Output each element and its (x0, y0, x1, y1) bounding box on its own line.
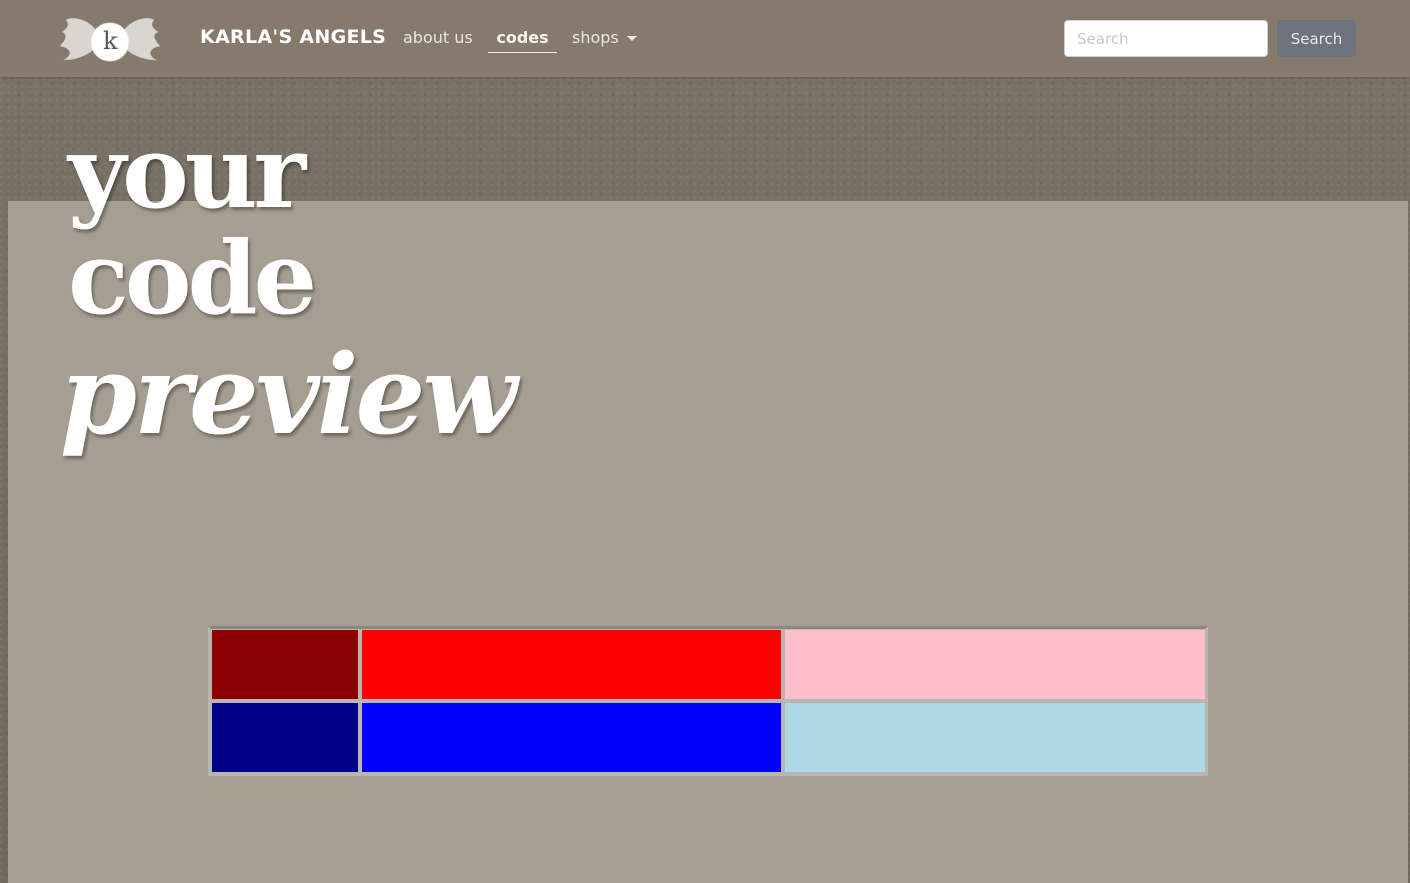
search-input[interactable] (1064, 20, 1268, 57)
logo-letter: k (103, 27, 118, 55)
nav-dropdown-shops[interactable]: shops (572, 28, 619, 47)
hero-title-line-code: code (68, 219, 317, 337)
angel-wings-logo[interactable]: k (59, 14, 161, 62)
swatch-blue[interactable] (362, 703, 781, 772)
swatch-light-blue[interactable] (785, 703, 1205, 772)
swatch-dark-blue[interactable] (212, 703, 358, 772)
navbar: k KARLA'S ANGELS about us codes shops Se… (0, 0, 1410, 77)
swatch-pink[interactable] (785, 630, 1205, 699)
search-button[interactable]: Search (1277, 20, 1356, 57)
hero-title-line-preview: preview (60, 330, 517, 459)
color-palette-grid (208, 626, 1208, 776)
swatch-red[interactable] (362, 630, 781, 699)
nav-link-about-us[interactable]: about us (403, 28, 473, 47)
hero-title-line-your: your (68, 113, 306, 231)
brand-name[interactable]: KARLA'S ANGELS (200, 26, 386, 48)
nav-link-codes[interactable]: codes (488, 24, 557, 53)
chevron-down-icon[interactable] (627, 36, 637, 41)
swatch-dark-red[interactable] (212, 630, 358, 699)
